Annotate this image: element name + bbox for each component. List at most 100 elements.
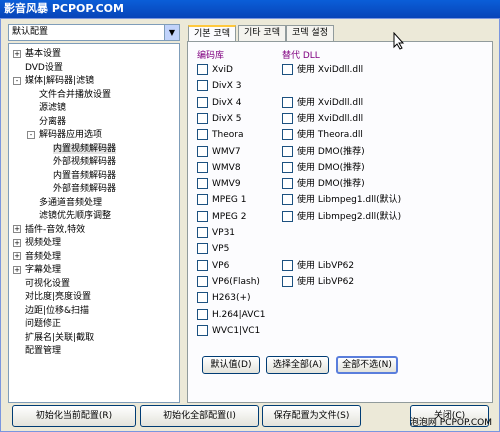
alt-dll-checkbox[interactable]: 使用 XviDdll.dll (282, 112, 364, 125)
codec-checkbox[interactable]: WVC1|VC1 (197, 324, 260, 337)
tree-item[interactable]: 扩展名|关联|截取 (13, 332, 94, 345)
tree-item[interactable]: 配置管理 (13, 345, 61, 358)
codec-checkbox[interactable]: Theora (197, 129, 243, 141)
alt-dll-checkbox[interactable]: 使用 DMO(推荐) (282, 145, 365, 158)
checkbox-box[interactable] (282, 194, 293, 206)
tree-item[interactable]: 分离器 (27, 116, 66, 129)
checkbox-box[interactable] (282, 161, 293, 173)
tree-item[interactable]: + 基本设置 (13, 48, 61, 61)
checkbox-box[interactable] (197, 178, 208, 190)
tree-item[interactable]: 文件合并播放设置 (27, 89, 111, 102)
alt-dll-checkbox[interactable]: 使用 Libmpeg1.dll(默认) (282, 194, 401, 206)
save-config-button[interactable]: 保存配置为文件(S) (262, 405, 361, 427)
checkbox-box[interactable] (282, 129, 293, 141)
checkbox-box[interactable] (282, 178, 293, 190)
codec-checkbox[interactable]: H.264|AVC1 (197, 308, 265, 321)
codec-checkbox[interactable]: DivX 4 (197, 96, 242, 109)
alt-dll-checkbox[interactable]: 使用 DMO(推荐) (282, 178, 365, 190)
chevron-down-icon[interactable]: ▼ (164, 25, 179, 40)
checkbox-box[interactable] (197, 129, 208, 141)
checkbox-box[interactable] (197, 259, 208, 271)
checkbox-box[interactable] (197, 194, 208, 206)
alt-dll-checkbox[interactable]: 使用 XviDdll.dll (282, 96, 363, 109)
init-all-button[interactable]: 初始化全部配置(I) (140, 405, 259, 427)
tree-item[interactable]: 问题修正 (13, 318, 61, 331)
tree-item[interactable]: 多通道音频处理 (27, 197, 102, 210)
codec-checkbox[interactable]: VP6(Flash) (197, 275, 260, 288)
checkbox-box[interactable] (197, 275, 208, 287)
checkbox-box[interactable] (197, 112, 208, 124)
alt-dll-checkbox[interactable]: 使用 XviDdll.dll (282, 64, 363, 76)
alt-dll-checkbox[interactable]: 使用 Libmpeg2.dll(默认) (282, 210, 401, 223)
alt-dll-checkbox[interactable]: 使用 LibVP62 (282, 259, 354, 272)
checkbox-box[interactable] (197, 96, 208, 108)
tree-item[interactable]: 外部音频解码器 (41, 183, 116, 196)
checkbox-box[interactable] (197, 292, 208, 304)
checkbox-box[interactable] (197, 227, 208, 238)
alt-dll-checkbox[interactable]: 使用 LibVP62 (282, 275, 354, 288)
tab-basic-codec[interactable]: 기본 코덱 (188, 25, 236, 42)
expand-icon[interactable]: + (13, 49, 21, 58)
codec-checkbox[interactable]: MPEG 1 (197, 194, 246, 206)
tab-codec-settings[interactable]: 코덱 설정 (286, 25, 334, 41)
checkbox-box[interactable] (282, 145, 293, 157)
checkbox-box[interactable] (197, 145, 208, 157)
expand-icon[interactable]: + (13, 265, 21, 274)
checkbox-box[interactable] (282, 112, 293, 124)
codec-checkbox[interactable]: WMV8 (197, 161, 241, 174)
checkbox-box[interactable] (197, 64, 208, 75)
tree-item[interactable]: 对比度|亮度设置 (13, 291, 91, 304)
codec-checkbox[interactable]: DivX 3 (197, 80, 242, 92)
tree-item[interactable]: DVD设置 (13, 62, 63, 75)
collapse-icon[interactable]: - (27, 130, 35, 139)
checkbox-box[interactable] (197, 161, 208, 173)
codec-checkbox[interactable]: DivX 5 (197, 112, 242, 125)
checkbox-box[interactable] (197, 210, 208, 222)
tree-item[interactable]: - 媒体|解码器|滤镜 (13, 75, 94, 88)
init-current-button[interactable]: 初始化当前配置(R) (12, 405, 136, 427)
checkbox-box[interactable] (282, 275, 293, 287)
alt-dll-checkbox[interactable]: 使用 Theora.dll (282, 129, 363, 141)
tree-item[interactable]: - 解码器应用选项 (27, 129, 102, 142)
tree-item[interactable]: + 音频处理 (13, 251, 61, 264)
expand-icon[interactable]: + (13, 252, 21, 260)
codec-checkbox[interactable]: WMV9 (197, 178, 241, 190)
settings-tree[interactable]: + 基本设置 DVD设置 - 媒体|解码器|滤镜 文件合并播放设置 源滤镜 分离器 - 解码器应用… (8, 43, 180, 403)
tree-item[interactable]: 滤镜优先顺序调整 (27, 210, 111, 223)
codec-checkbox[interactable]: H263(+) (197, 292, 251, 304)
tree-item[interactable]: 外部视频解码器 (41, 156, 116, 169)
expand-icon[interactable]: + (13, 238, 21, 247)
tree-item[interactable]: 内置音频解码器 (41, 170, 116, 183)
alt-dll-label: 使用 XviDdll.dll (297, 113, 364, 124)
checkbox-box[interactable] (197, 80, 208, 92)
tree-item[interactable]: + 字幕处理 (13, 264, 61, 277)
checkbox-box[interactable] (197, 324, 208, 336)
tab-other-codec[interactable]: 기타 코덱 (238, 25, 286, 41)
tree-item[interactable]: + 视频处理 (13, 237, 61, 250)
tree-item[interactable]: 内置视频解码器 (41, 143, 117, 156)
tree-item[interactable]: 源滤镜 (27, 102, 66, 115)
codec-checkbox[interactable]: VP31 (197, 227, 235, 239)
default-button[interactable]: 默认值(D) (202, 356, 260, 374)
codec-checkbox[interactable]: VP6 (197, 259, 229, 272)
codec-checkbox[interactable]: XviD (197, 64, 233, 76)
checkbox-box[interactable] (282, 210, 293, 222)
tree-item[interactable]: 边距|位移&扫描 (13, 305, 89, 318)
codec-checkbox[interactable]: VP5 (197, 243, 229, 255)
preset-combo[interactable]: 默认配置 ▼ (8, 24, 180, 41)
checkbox-box[interactable] (197, 308, 208, 320)
tree-item[interactable]: + 插件-音效,特效 (13, 224, 85, 237)
codec-checkbox[interactable]: MPEG 2 (197, 210, 246, 223)
expand-icon[interactable]: + (13, 225, 21, 233)
checkbox-box[interactable] (282, 96, 293, 108)
select-none-button[interactable]: 全部不选(N) (336, 356, 398, 374)
select-all-button[interactable]: 选择全部(A) (266, 356, 329, 374)
checkbox-box[interactable] (282, 259, 293, 271)
checkbox-box[interactable] (197, 243, 208, 255)
alt-dll-checkbox[interactable]: 使用 DMO(推荐) (282, 161, 365, 174)
collapse-icon[interactable]: - (13, 76, 21, 85)
codec-checkbox[interactable]: WMV7 (197, 145, 241, 158)
checkbox-box[interactable] (282, 64, 293, 75)
tree-item[interactable]: 可视化设置 (13, 278, 70, 291)
codec-label: WMV8 (212, 162, 241, 173)
